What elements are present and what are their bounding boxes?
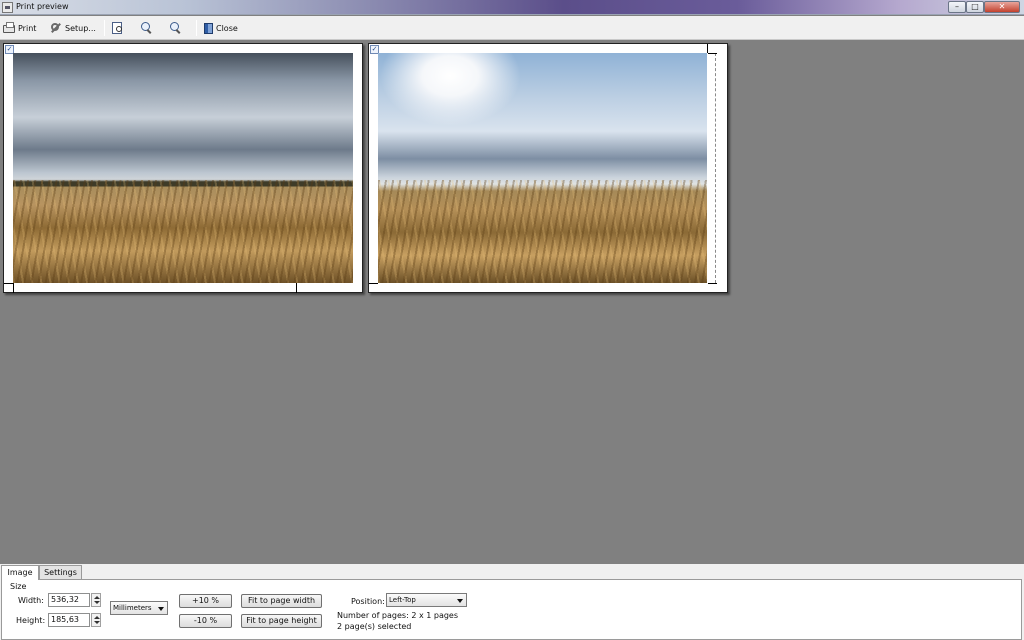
crop-mark [708,53,717,54]
toolbar-separator [196,20,197,36]
wheat-texture [378,179,707,283]
size-group-label: Size [10,582,27,591]
pages-selected-info: 2 page(s) selected [337,622,412,631]
chevron-down-icon [457,599,463,603]
height-spinner[interactable] [91,613,101,627]
increase-size-button[interactable]: +10 % [179,594,232,608]
close-label: Close [216,23,238,33]
zoom-out-button[interactable] [170,20,182,36]
decrease-size-button[interactable]: -10 % [179,614,232,628]
crop-mark [707,44,708,53]
height-input[interactable]: 185,63 [48,613,90,627]
preview-page-1[interactable]: ✓ [3,43,363,293]
units-select[interactable]: Millimeters [110,601,168,615]
wheat-texture [13,179,353,283]
page-margin-line [715,53,716,283]
page-view-button[interactable] [112,20,122,36]
crop-mark [296,283,297,293]
position-select[interactable]: Left-Top [386,593,467,607]
crop-mark [13,283,14,293]
title-bar: Print preview – □ ✕ [0,0,1024,15]
fit-to-page-width-button[interactable]: Fit to page width [241,594,322,608]
maximize-button[interactable]: □ [966,1,984,13]
print-label: Print [18,23,37,33]
units-value: Millimeters [113,604,152,612]
close-button[interactable]: Close [204,20,238,36]
zoom-in-icon [141,22,153,34]
wrench-icon [50,22,62,34]
preview-page-2[interactable]: ✓ [368,43,728,293]
wheat-field-photo-left [13,53,353,283]
chevron-down-icon [158,607,164,611]
window-title: Print preview [16,2,69,11]
setup-button[interactable]: Setup... [50,20,96,36]
page-zoom-icon [112,22,122,34]
zoom-out-icon [170,22,182,34]
toolbar-separator [104,20,105,36]
position-value: Left-Top [389,596,416,604]
width-spinner[interactable] [91,593,101,607]
close-window-button[interactable]: ✕ [984,1,1020,13]
toolbar: Print Setup... Close [0,16,1024,40]
print-button[interactable]: Print [3,20,36,36]
printer-icon [3,22,15,33]
tab-image[interactable]: Image [1,565,39,580]
crop-mark [4,283,13,284]
wheat-field-photo-right [378,53,707,283]
position-label: Position: [351,597,385,606]
settings-panel: Image Settings Size Width: 536,32 Height… [0,564,1024,640]
crop-mark [369,283,378,284]
fit-to-page-height-button[interactable]: Fit to page height [241,614,322,628]
image-tab-body: Size Width: 536,32 Height: 185,63 Millim… [1,579,1022,640]
tab-settings[interactable]: Settings [39,565,82,579]
height-label: Height: [16,616,46,625]
close-door-icon [204,22,213,34]
app-icon [2,2,13,13]
width-label: Width: [18,596,44,605]
width-input[interactable]: 536,32 [48,593,90,607]
minimize-button[interactable]: – [948,1,966,13]
crop-mark [708,283,717,284]
zoom-in-button[interactable] [141,20,153,36]
setup-label: Setup... [65,23,96,33]
pages-count-info: Number of pages: 2 x 1 pages [337,611,459,620]
preview-area[interactable]: ✓ ✓ [0,41,1024,564]
